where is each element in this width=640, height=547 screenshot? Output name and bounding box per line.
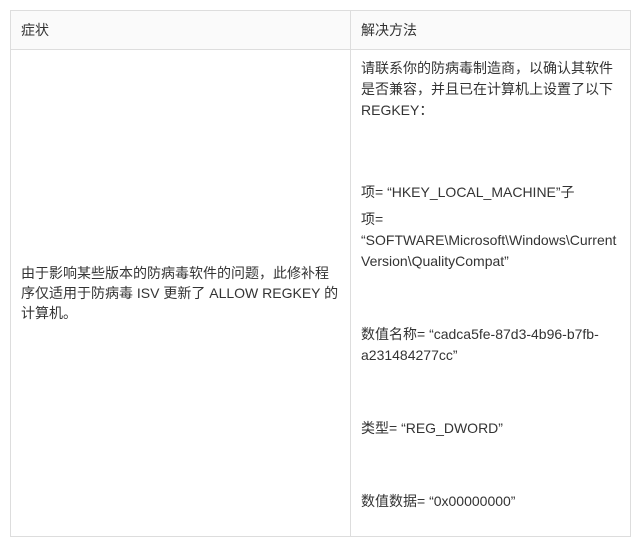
info-table: 症状 解决方法 由于影响某些版本的防病毒软件的问题，此修补程序仅适用于防病毒 I…	[10, 10, 631, 537]
cell-solution: 请联系你的防病毒制造商，以确认其软件是否兼容，并且已在计算机上设置了以下 REG…	[351, 50, 631, 537]
header-solution: 解决方法	[351, 11, 631, 50]
solution-line-data: 数值数据= “0x00000000”	[361, 491, 620, 512]
cell-symptom: 由于影响某些版本的防病毒软件的问题，此修补程序仅适用于防病毒 ISV 更新了 A…	[11, 50, 351, 537]
solution-line-key1: 项= “HKEY_LOCAL_MACHINE”子	[361, 182, 620, 203]
table-row: 由于影响某些版本的防病毒软件的问题，此修补程序仅适用于防病毒 ISV 更新了 A…	[11, 50, 631, 537]
solution-line-type: 类型= “REG_DWORD”	[361, 418, 620, 439]
solution-line-valname: 数值名称= “cadca5fe-87d3-4b96-b7fb-a23148427…	[361, 324, 620, 366]
solution-line-key2: 项= “SOFTWARE\Microsoft\Windows\CurrentVe…	[361, 209, 620, 272]
solution-line-intro: 请联系你的防病毒制造商，以确认其软件是否兼容，并且已在计算机上设置了以下 REG…	[361, 58, 620, 121]
header-symptom: 症状	[11, 11, 351, 50]
table-header-row: 症状 解决方法	[11, 11, 631, 50]
